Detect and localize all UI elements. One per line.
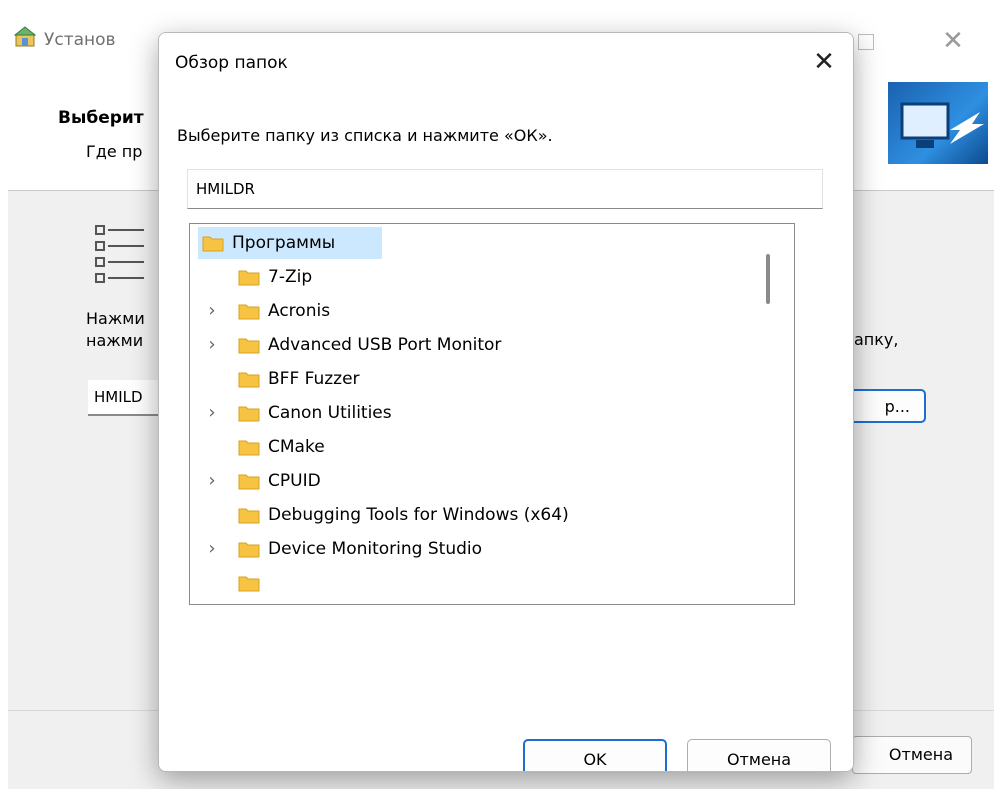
folder-icon <box>238 304 260 320</box>
chevron-right-icon[interactable]: › <box>204 403 220 423</box>
installer-banner-image <box>888 82 988 164</box>
tree-root-item[interactable]: Программы <box>190 226 750 260</box>
ok-button[interactable]: OK <box>523 739 667 771</box>
installer-description-right: апку, <box>854 330 899 349</box>
tree-item[interactable]: › CPUID <box>190 464 750 498</box>
tree-item-label: CMake <box>268 437 325 457</box>
installer-description-line2: нажми <box>86 331 144 350</box>
folder-icon <box>238 406 260 422</box>
tree-item[interactable]: › Advanced USB Port Monitor <box>190 328 750 362</box>
tree-item-label: BFF Fuzzer <box>268 369 360 389</box>
folder-icon <box>238 508 260 524</box>
tree-item-label: Canon Utilities <box>268 403 392 423</box>
tree-scrollbar-thumb[interactable] <box>766 254 770 304</box>
tree-item[interactable]: › Canon Utilities <box>190 396 750 430</box>
dialog-titlebar: Обзор папок ✕ <box>159 33 853 93</box>
dialog-close-button[interactable]: ✕ <box>807 45 841 79</box>
chevron-right-icon[interactable]: › <box>204 539 220 559</box>
folder-name-input[interactable] <box>187 169 823 209</box>
folder-icon <box>238 440 260 456</box>
tree-item-label: CPUID <box>268 471 321 491</box>
cancel-button[interactable]: Отмена <box>687 739 831 771</box>
tree-item-label: Acronis <box>268 301 331 321</box>
tree-item-label: Debugging Tools for Windows (x64) <box>268 505 569 525</box>
installer-description: Нажми нажми <box>86 308 145 352</box>
dialog-title: Обзор папок <box>175 53 288 73</box>
folder-icon <box>238 270 260 286</box>
folder-icon <box>238 338 260 354</box>
folder-icon <box>238 372 260 388</box>
folder-icon <box>202 236 224 252</box>
tree-item[interactable]: BFF Fuzzer <box>190 362 750 396</box>
tree-item[interactable]: 7-Zip <box>190 260 750 294</box>
installer-description-line1: Нажми <box>86 309 145 328</box>
tree-item[interactable]: › Acronis <box>190 294 750 328</box>
dialog-body: Выберите папку из списка и нажмите «ОК».… <box>159 93 853 771</box>
tree-item[interactable]: CMake <box>190 430 750 464</box>
tree-root-label: Программы <box>232 233 336 253</box>
maximize-button[interactable] <box>858 34 874 50</box>
folder-tree[interactable]: Программы 7-Zip › Acronis › Advanced USB Por… <box>189 223 795 605</box>
tree-item-label: Advanced USB Port Monitor <box>268 335 502 355</box>
dialog-prompt: Выберите папку из списка и нажмите «ОК». <box>177 126 553 145</box>
tree-item-label: 7-Zip <box>268 267 313 287</box>
folder-icon <box>238 542 260 558</box>
chevron-right-icon[interactable]: › <box>204 335 220 355</box>
computer-icon <box>900 102 984 148</box>
installer-cancel-button[interactable]: Отмена <box>852 736 972 774</box>
close-icon: ✕ <box>813 47 835 77</box>
tree-item-label: Device Monitoring Studio <box>268 539 483 559</box>
component-list-icon <box>95 225 144 283</box>
installer-app-icon <box>14 26 36 47</box>
tree-item[interactable]: › Device Monitoring Studio <box>190 532 750 566</box>
chevron-right-icon[interactable]: › <box>204 301 220 321</box>
installer-close-button[interactable]: ✕ <box>938 26 968 56</box>
installer-header-title: Выберит <box>58 108 144 128</box>
folder-icon <box>238 576 260 592</box>
chevron-right-icon[interactable]: › <box>204 471 220 491</box>
installer-browse-button[interactable]: р... <box>846 389 926 423</box>
installer-title: Установ <box>44 30 116 50</box>
installer-header-subtitle: Где пр <box>86 142 143 161</box>
tree-item-partial <box>190 566 750 600</box>
tree-item[interactable]: Debugging Tools for Windows (x64) <box>190 498 750 532</box>
folder-icon <box>238 474 260 490</box>
browse-folder-dialog: Обзор папок ✕ Выберите папку из списка и… <box>158 32 854 772</box>
